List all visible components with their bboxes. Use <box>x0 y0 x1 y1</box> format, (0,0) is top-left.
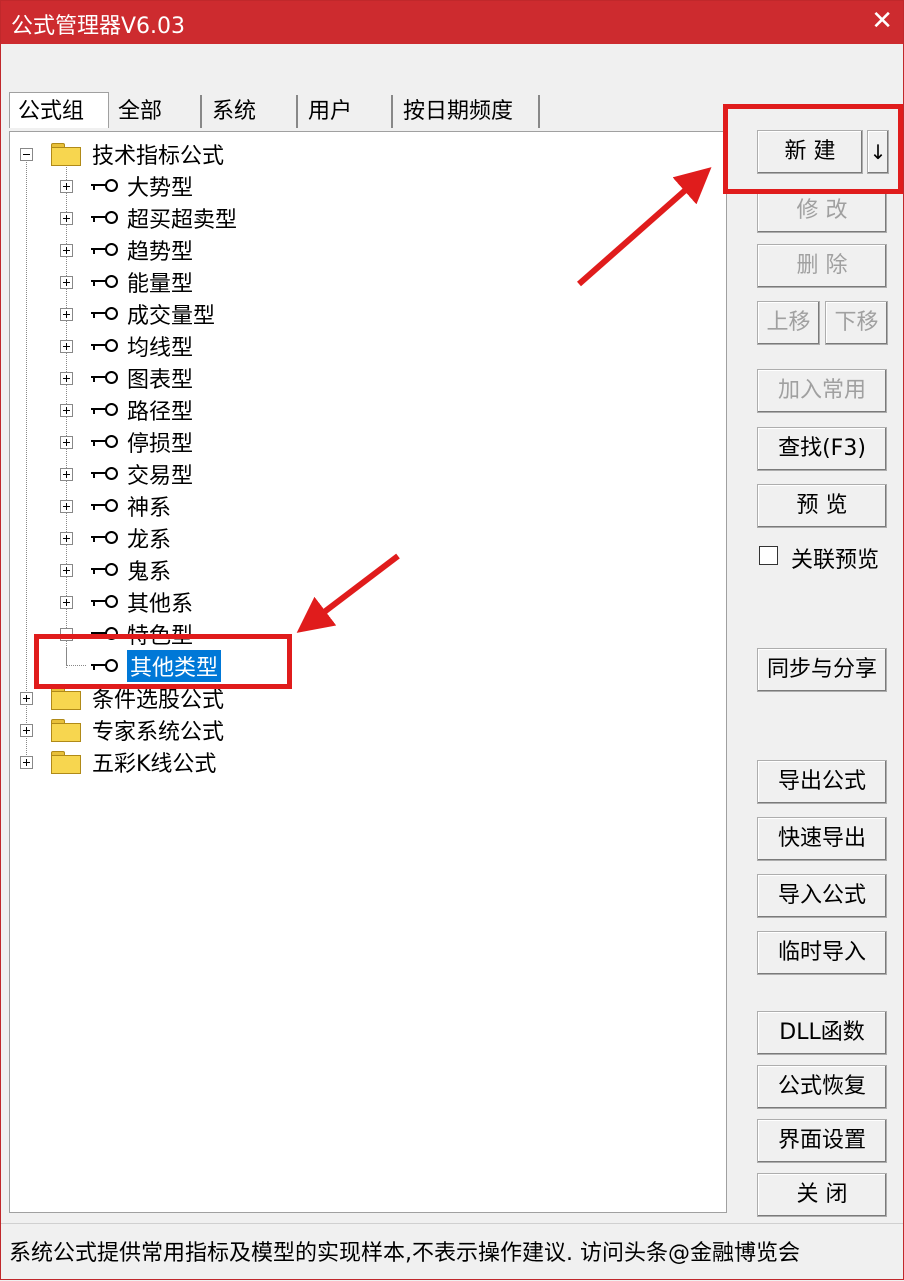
formula-manager-window: 公式管理器V6.03 ✕ 公式组 全部 系统 用户 按日期频度 技术指标公式 大… <box>0 0 904 1280</box>
arrow-to-selected-item <box>296 553 400 633</box>
arrow-to-new-button <box>577 167 712 287</box>
annotation-arrows <box>296 167 712 633</box>
